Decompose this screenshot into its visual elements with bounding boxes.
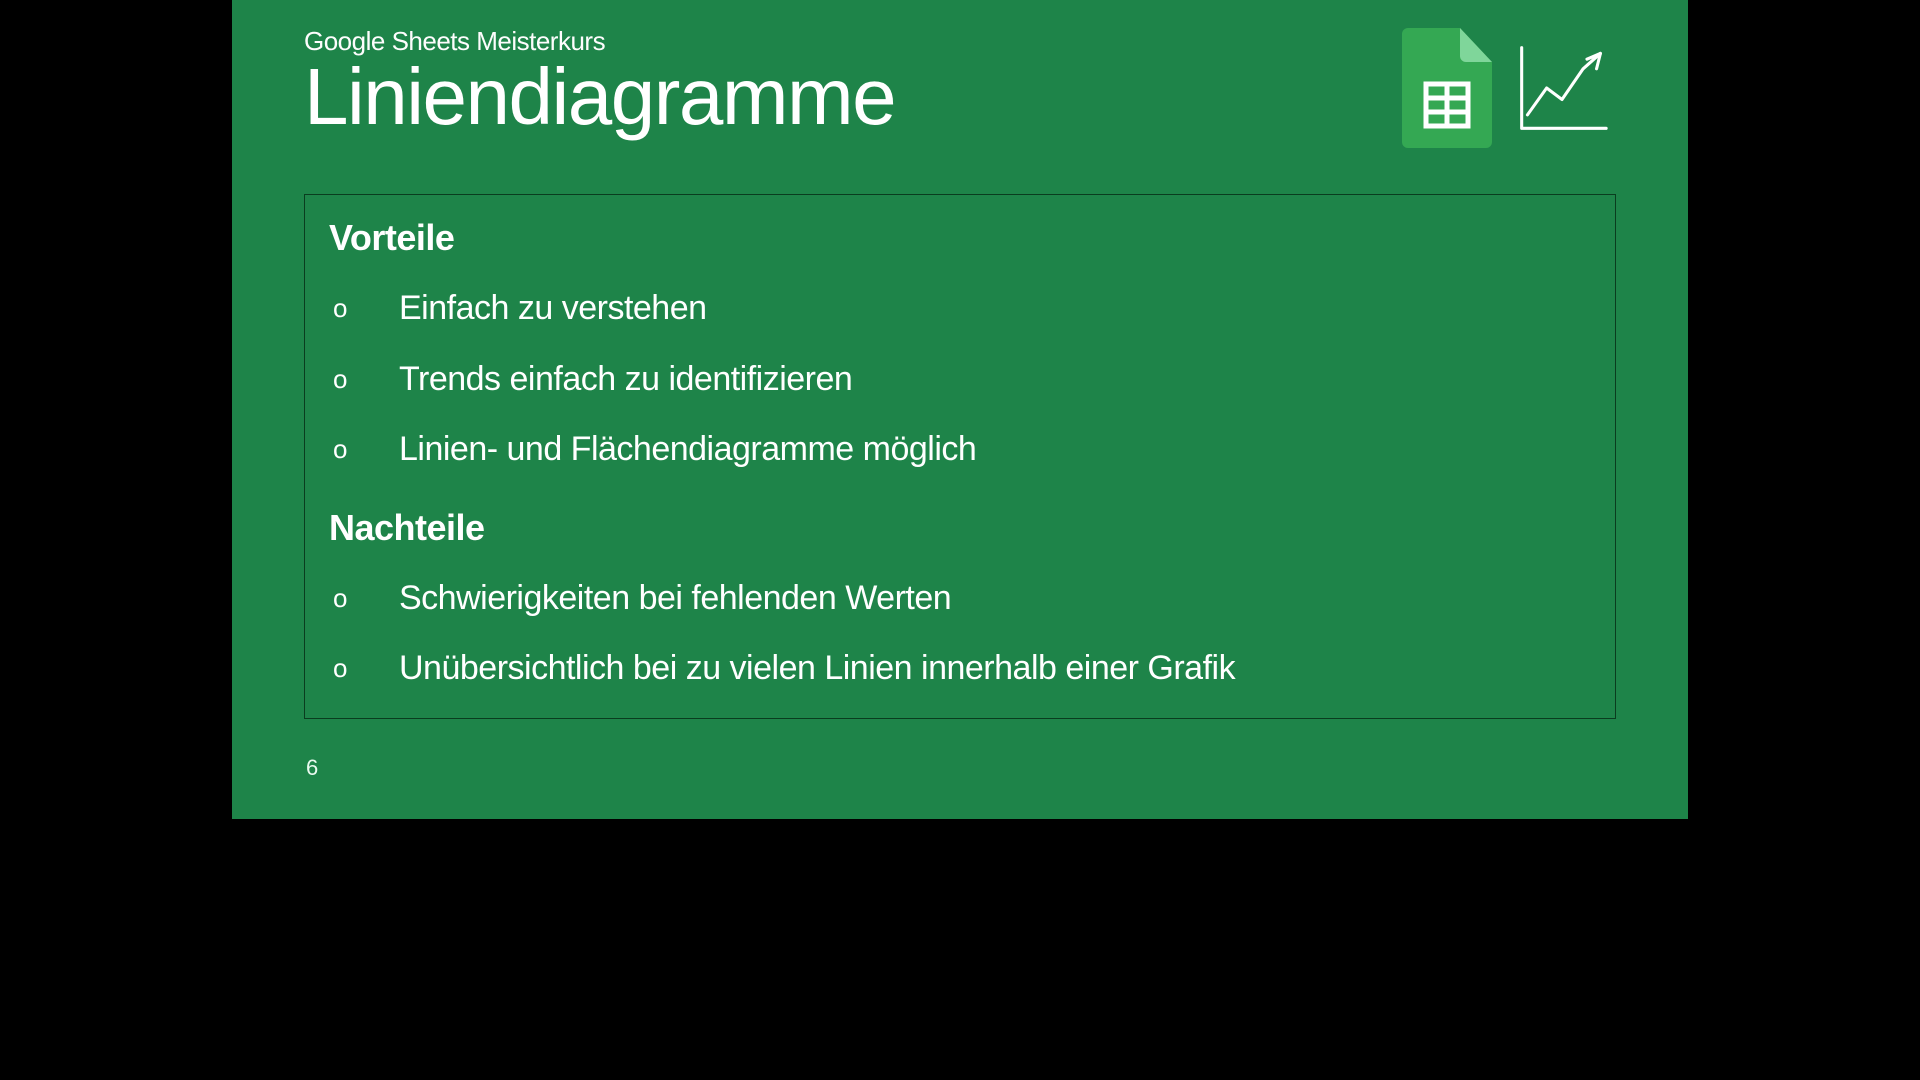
list-item: o Unübersichtlich bei zu vielen Linien i…	[329, 633, 1591, 704]
bullet-icon: o	[329, 292, 351, 325]
bullet-icon: o	[329, 582, 351, 615]
list-item-text: Schwierigkeiten bei fehlenden Werten	[399, 577, 951, 620]
list-item-text: Einfach zu verstehen	[399, 287, 707, 330]
list-item: o Einfach zu verstehen	[329, 273, 1591, 344]
list-item-text: Trends einfach zu identifizieren	[399, 358, 852, 401]
bullet-icon: o	[329, 433, 351, 466]
list-item: o Linien- und Flächendiagramme möglich	[329, 414, 1591, 485]
slide: Google Sheets Meisterkurs Liniendiagramm…	[232, 0, 1688, 819]
google-sheets-icon	[1402, 28, 1492, 148]
disadvantages-list: o Schwierigkeiten bei fehlenden Werten o…	[329, 563, 1591, 704]
advantages-list: o Einfach zu verstehen o Trends einfach …	[329, 273, 1591, 485]
section-heading-advantages: Vorteile	[329, 217, 1591, 259]
list-item: o Trends einfach zu identifizieren	[329, 344, 1591, 415]
line-chart-icon	[1514, 40, 1610, 136]
list-item-text: Unübersichtlich bei zu vielen Linien inn…	[399, 647, 1235, 690]
content-box: Vorteile o Einfach zu verstehen o Trends…	[304, 194, 1616, 719]
bullet-icon: o	[329, 652, 351, 685]
list-item: o Schwierigkeiten bei fehlenden Werten	[329, 563, 1591, 634]
list-item-text: Linien- und Flächendiagramme möglich	[399, 428, 976, 471]
page-number: 6	[306, 755, 318, 781]
bullet-icon: o	[329, 363, 351, 396]
section-heading-disadvantages: Nachteile	[329, 507, 1591, 549]
header-icons	[1402, 28, 1610, 148]
